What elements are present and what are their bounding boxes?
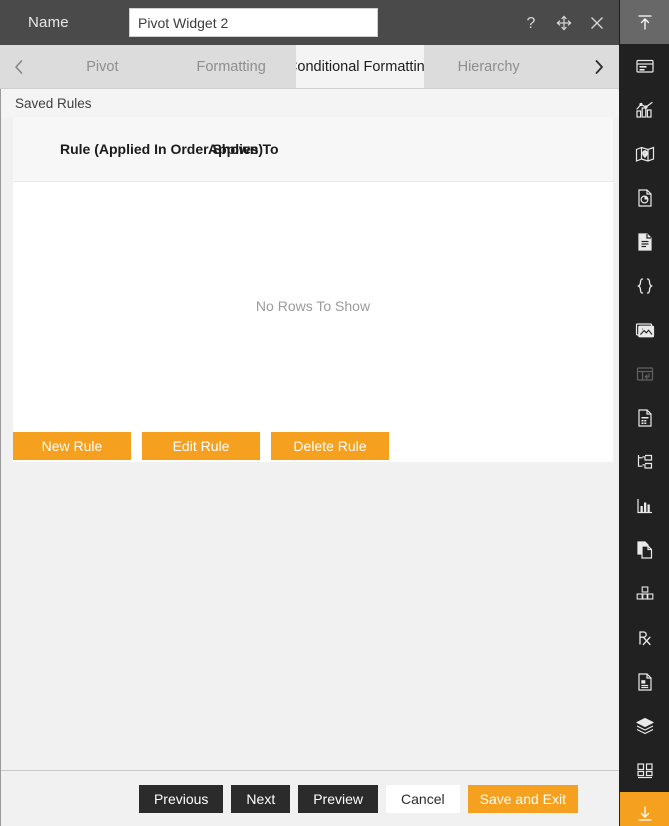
text-document-icon[interactable]	[620, 220, 669, 264]
titlebar-icons: ?	[521, 0, 607, 45]
widget-panel-icon[interactable]	[620, 44, 669, 88]
tabs-container: Pivot Formatting Conditional Formatting …	[38, 45, 579, 88]
bar-line-chart-icon[interactable]	[620, 88, 669, 132]
tab-label: Pivot	[86, 58, 119, 75]
prescription-rx-icon[interactable]	[620, 616, 669, 660]
chevron-right-icon[interactable]	[579, 45, 619, 88]
save-and-exit-button[interactable]: Save and Exit	[467, 784, 578, 813]
spreadsheet-document-icon[interactable]	[620, 396, 669, 440]
layers-icon[interactable]	[620, 704, 669, 748]
no-rows-message: No Rows To Show	[255, 298, 371, 314]
cubes-stack-icon[interactable]	[620, 572, 669, 616]
rule-actions-toolbar: New Rule Edit Rule Delete Rule	[1, 432, 619, 460]
column-header-rule: Rule (Applied In Order Shown)	[60, 141, 263, 157]
tab-conditional-formatting[interactable]: Conditional Formatting	[295, 45, 425, 88]
body-spacer	[1, 460, 619, 770]
saved-rules-label: Saved Rules	[1, 89, 619, 117]
cancel-button[interactable]: Cancel	[386, 784, 460, 813]
chevron-left-icon[interactable]	[0, 45, 38, 88]
close-x-icon[interactable]	[587, 13, 607, 33]
copy-pages-icon[interactable]	[620, 528, 669, 572]
grid-body: No Rows To Show	[13, 182, 613, 462]
tab-label: Conditional Formatting	[296, 58, 425, 75]
new-rule-button[interactable]: New Rule	[13, 432, 131, 460]
folder-tree-icon[interactable]	[620, 440, 669, 484]
svg-text:?: ?	[527, 15, 536, 32]
previous-button[interactable]: Previous	[138, 784, 224, 813]
column-header-applies-to: Applies To	[208, 141, 279, 157]
preview-button[interactable]: Preview	[298, 784, 379, 813]
question-mark-icon[interactable]: ?	[521, 13, 541, 33]
pie-chart-document-icon[interactable]	[620, 176, 669, 220]
map-pin-icon[interactable]	[620, 132, 669, 176]
dialog-titlebar: Name ?	[0, 0, 619, 45]
table-insert-icon[interactable]	[620, 352, 669, 396]
tab-formatting[interactable]: Formatting	[166, 45, 296, 88]
edit-rule-button[interactable]: Edit Rule	[142, 432, 260, 460]
right-toolbar	[620, 0, 669, 826]
app-root: Name ?	[0, 0, 669, 826]
grid-header-row: Rule (Applied In Order Shown) Applies To	[13, 117, 613, 182]
move-arrows-icon[interactable]	[554, 13, 574, 33]
report-document-icon[interactable]	[620, 660, 669, 704]
dialog-footer: Previous Next Preview Cancel Save and Ex…	[1, 770, 619, 826]
widget-name-input[interactable]	[129, 8, 378, 37]
dialog-body: Saved Rules Rule (Applied In Order Shown…	[0, 89, 619, 826]
tab-pivot[interactable]: Pivot	[38, 45, 167, 88]
tab-label: Hierarchy	[457, 58, 520, 75]
arrow-up-to-line-icon[interactable]	[620, 0, 669, 44]
tab-overflow-edge	[553, 45, 579, 88]
widget-properties-dialog: Name ?	[0, 0, 620, 826]
tab-hierarchy[interactable]: Hierarchy	[424, 45, 553, 88]
saved-rules-grid: Rule (Applied In Order Shown) Applies To…	[13, 117, 613, 462]
arrow-down-to-line-icon[interactable]	[620, 792, 669, 826]
tab-strip: Pivot Formatting Conditional Formatting …	[0, 45, 619, 89]
next-button[interactable]: Next	[231, 784, 291, 813]
delete-rule-button[interactable]: Delete Rule	[271, 432, 389, 460]
curly-braces-icon[interactable]	[620, 264, 669, 308]
bar-gauge-icon[interactable]	[620, 484, 669, 528]
tab-label: Formatting	[196, 58, 266, 75]
name-label: Name	[28, 14, 69, 31]
dashboard-grid-icon[interactable]	[620, 748, 669, 792]
image-icon[interactable]	[620, 308, 669, 352]
